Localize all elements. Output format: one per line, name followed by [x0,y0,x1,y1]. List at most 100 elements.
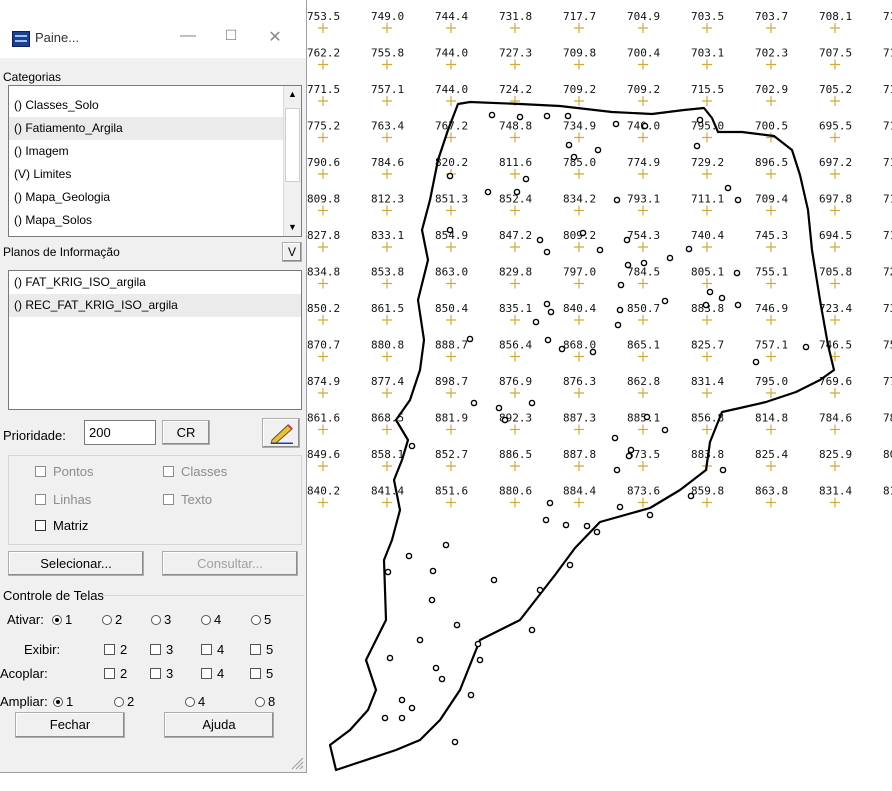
sample-point-icon [547,308,555,316]
grid-marker-icon [766,315,776,325]
categorias-list-item[interactable]: () Mapa_Geologia [9,186,283,209]
grid-marker-icon [830,278,840,289]
exibir-check-2[interactable]: 2 [104,642,127,657]
grid-value-label: 825.7 [691,339,724,352]
grid-value-label: 849.6 [307,448,340,461]
scroll-up-icon[interactable]: ▲ [284,86,301,103]
ativar-radio-5[interactable]: 5 [251,612,271,627]
sample-point-icon [381,714,389,722]
grid-marker-icon [446,23,456,33]
categorias-list-item[interactable]: () Imagem [9,140,283,163]
close-button[interactable]: ✕ [265,27,285,47]
grid-marker-icon [702,388,712,398]
grid-marker-icon [382,242,392,252]
ativar-radio-1[interactable]: 1 [52,612,72,627]
pencil-icon [270,424,293,446]
grid-marker-icon [446,424,456,435]
grid-value-label: 753.5 [307,10,340,23]
acoplar-check-3[interactable]: 3 [150,666,173,681]
categorias-list[interactable]: () Classes_Solo() Fatiamento_Argila() Im… [8,85,302,237]
categorias-list-item[interactable]: () Fatiamento_Argila [9,117,283,140]
controle-label: Controle de Telas [3,588,104,603]
planos-list-item[interactable]: () REC_FAT_KRIG_ISO_argila [9,294,301,317]
planos-list[interactable]: () FAT_KRIG_ISO_argila() REC_FAT_KRIG_IS… [8,270,302,410]
sample-point-icon [416,636,424,644]
grid-marker-icon [574,23,584,33]
scroll-thumb[interactable] [285,108,300,182]
grid-value-label: 727.3 [499,47,532,60]
sample-point-icon [466,335,474,343]
pontos-checkbox[interactable]: Pontos [35,464,93,479]
color-edit-button[interactable] [262,418,300,448]
resize-grip-icon[interactable] [290,756,304,770]
cr-button[interactable]: CR [162,420,210,445]
ativar-radio-3[interactable]: 3 [151,612,171,627]
acoplar-check-4[interactable]: 4 [201,666,224,681]
ampliar-radio-8[interactable]: 8 [255,694,275,709]
grid-value-label: 847.2 [499,229,532,242]
sample-point-icon [429,567,437,575]
grid-marker-icon [830,169,840,179]
ajuda-button[interactable]: Ajuda [164,712,274,738]
app-icon [12,31,30,47]
grid-value-label: 801.6 [883,448,892,461]
sample-point-icon [516,113,524,121]
ativar-radio-2[interactable]: 2 [102,612,122,627]
exibir-check-4[interactable]: 4 [201,642,224,657]
grid-marker-icon [382,497,392,508]
grid-marker-icon [382,205,392,216]
categorias-scrollbar[interactable]: ▲ ▼ [283,86,301,236]
grid-value-label: 718.1 [883,229,892,242]
grid-marker-icon [574,132,584,143]
grid-marker-icon [574,96,584,106]
categorias-list-item[interactable]: (V) Limites [9,163,283,186]
grid-marker-icon [638,278,648,289]
classes-checkbox[interactable]: Classes [163,464,227,479]
sample-point-icon [428,596,436,604]
acoplar-check-5[interactable]: 5 [250,666,273,681]
ampliar-radio-4[interactable]: 4 [185,694,205,709]
sample-point-icon [566,561,574,569]
sample-point-icon [802,343,810,351]
categorias-list-item[interactable]: () Classes_Solo [9,94,283,117]
grid-value-label: 702.3 [755,47,788,60]
texto-checkbox[interactable]: Texto [163,492,212,507]
grid-marker-icon [318,169,328,179]
sample-point-icon [646,511,654,519]
sample-point-icon [724,184,732,192]
grid-marker-icon [446,461,456,471]
categorias-list-item[interactable]: () Mapa_Solos [9,209,283,232]
prioridade-input[interactable]: 200 [84,420,156,445]
scroll-down-icon[interactable]: ▼ [284,219,301,236]
exibir-check-5[interactable]: 5 [250,642,273,657]
ativar-radio-4[interactable]: 4 [201,612,221,627]
grid-value-label: 754.3 [627,229,660,242]
acoplar-check-2[interactable]: 2 [104,666,127,681]
grid-value-label: 702.9 [755,83,788,96]
grid-marker-icon [510,497,520,508]
matriz-checkbox[interactable]: Matriz [35,518,88,533]
fechar-button[interactable]: Fechar [15,712,125,738]
grid-marker-icon [446,242,456,252]
linhas-checkbox[interactable]: Linhas [35,492,91,507]
maximize-button[interactable]: ☐ [221,27,241,44]
grid-marker-icon [446,96,456,106]
planos-list-item[interactable]: () FAT_KRIG_ISO_argila [9,271,301,294]
grid-value-label: 825.9 [819,448,852,461]
exibir-check-3[interactable]: 3 [150,642,173,657]
sample-point-icon [558,345,566,353]
ampliar-radio-1[interactable]: 1 [53,694,73,709]
ampliar-radio-2[interactable]: 2 [114,694,134,709]
grid-marker-icon [574,205,584,216]
grid-value-label: 835.1 [499,302,532,315]
grid-value-label: 861.5 [371,302,404,315]
minimize-button[interactable]: — [178,27,198,45]
grid-value-label: 831.4 [691,375,724,388]
grid-marker-icon [510,132,520,143]
planos-view-button[interactable]: V [282,242,302,262]
selecionar-button[interactable]: Selecionar... [8,551,144,576]
consultar-button[interactable]: Consultar... [162,551,298,576]
title-bar[interactable]: Paine... — ☐ ✕ [0,0,306,58]
grid-marker-icon [510,23,520,33]
sample-point-icon [562,521,570,529]
